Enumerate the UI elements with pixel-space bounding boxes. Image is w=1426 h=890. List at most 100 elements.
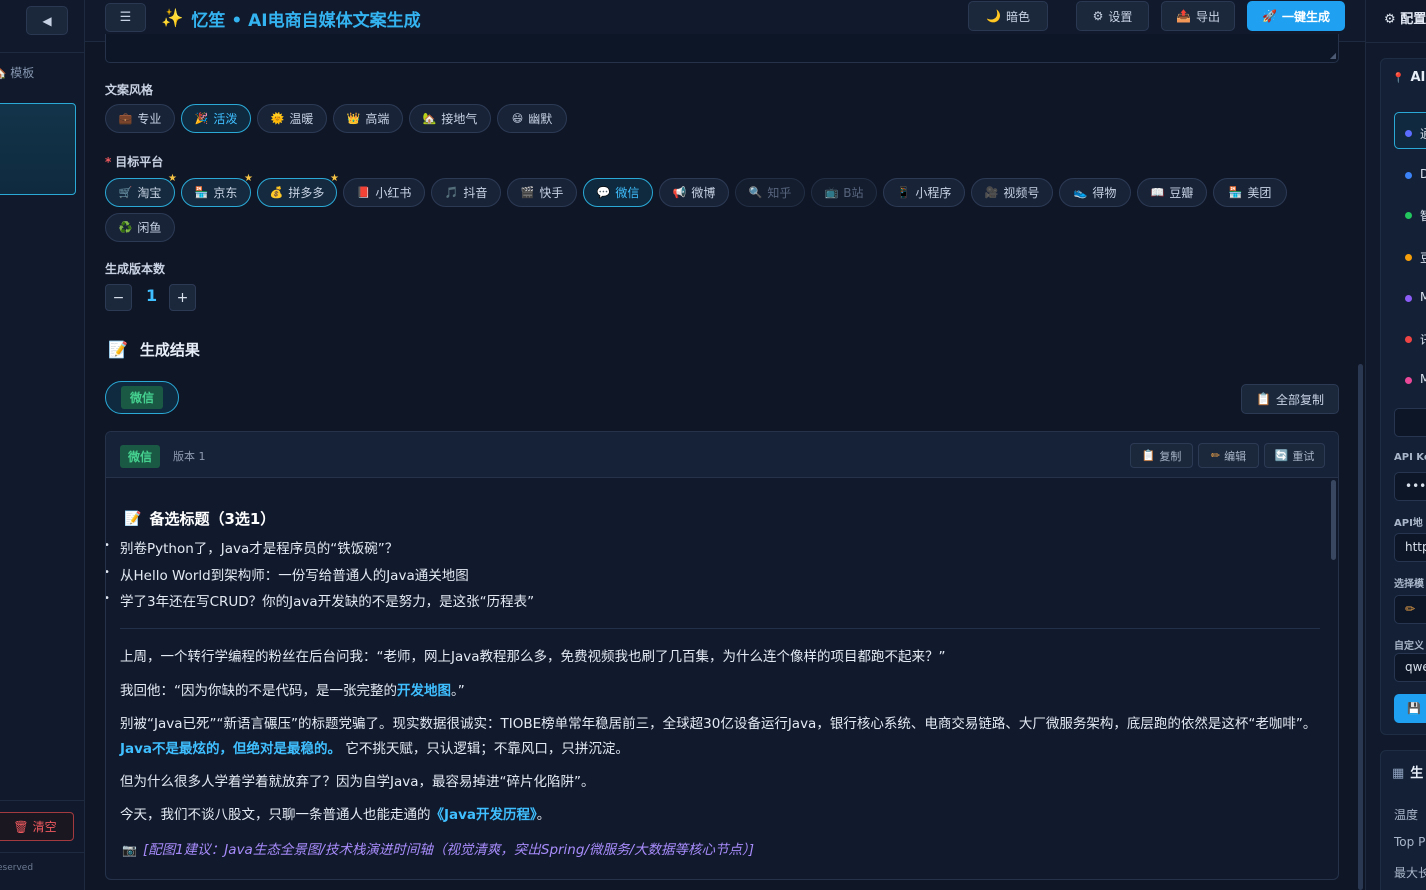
provider-option-label[interactable]: M <box>1420 372 1426 386</box>
platform-chip: 🔍 知乎 <box>735 178 805 207</box>
style-chip[interactable]: 🌞 温暖 <box>257 104 327 133</box>
platform-chip[interactable]: 📱 小程序 <box>883 178 965 207</box>
provider-option-label[interactable]: 豆 <box>1420 249 1426 266</box>
copy-button[interactable]: 📋 复制 <box>1130 443 1193 468</box>
style-icon: 🎉 <box>194 112 209 125</box>
sidebar-selected-card[interactable] <box>0 103 76 195</box>
memo-icon: 📝 <box>124 510 142 527</box>
platform-chip[interactable]: 🛒 淘宝 ★ <box>105 173 177 207</box>
result-tab-wechat[interactable]: 微信 <box>105 381 179 414</box>
pencil-icon: ✏ <box>1405 602 1416 616</box>
highlight-text: 《Java开发历程》 <box>430 807 537 823</box>
platform-chip[interactable]: 🏪 京东 ★ <box>181 173 253 207</box>
ai-provider-more-field[interactable] <box>1394 408 1426 437</box>
pencil-icon: ✏ <box>1210 449 1221 462</box>
platform-icon: 🔍 <box>748 186 763 199</box>
theme-toggle-button[interactable]: 🌙 暗色 <box>968 1 1048 31</box>
platform-icon: 📱 <box>896 186 911 199</box>
increment-button[interactable]: + <box>169 284 196 311</box>
style-chip[interactable]: 🏡 接地气 <box>409 104 491 133</box>
export-button[interactable]: 📤 导出 <box>1161 1 1235 31</box>
platform-chip[interactable]: 🎵 抖音 <box>431 178 501 207</box>
platform-chip[interactable]: 🎬 快手 <box>507 178 577 207</box>
platform-chip[interactable]: 📢 微博 <box>659 178 729 207</box>
platform-chip-label: B站 <box>843 186 864 200</box>
provider-dot-icon <box>1405 172 1412 179</box>
sidebar-divider <box>0 852 85 853</box>
platform-chip-label: 微信 <box>615 186 640 200</box>
retry-button[interactable]: 🔄 重试 <box>1264 443 1325 468</box>
style-chip[interactable]: 👑 高端 <box>333 104 403 133</box>
top-p-label: Top P <box>1394 835 1426 849</box>
platform-icon: 🎥 <box>984 186 999 199</box>
platform-chip[interactable]: 🏪 美团 <box>1213 178 1287 207</box>
sidebar-templates-link[interactable]: 🏠 模板 <box>0 64 34 81</box>
platform-chip[interactable]: 📖 豆瓣 <box>1137 178 1207 207</box>
version-label: 版本 1 <box>173 450 206 463</box>
count-label: 生成版本数 <box>105 262 166 276</box>
collapse-sidebar-button[interactable]: ◀ <box>26 6 68 35</box>
temperature-label: 温度 <box>1394 808 1419 822</box>
style-icon: 💼 <box>118 112 133 125</box>
product-description-textarea[interactable]: ◢ <box>105 34 1339 63</box>
hamburger-icon: ☰ <box>119 10 132 25</box>
platform-icon: 📺 <box>824 186 839 199</box>
provider-option-label[interactable]: 智 <box>1420 207 1426 224</box>
save-config-button[interactable]: 💾 <box>1394 694 1426 723</box>
api-url-input[interactable]: http <box>1394 533 1426 562</box>
api-key-label: API Ke <box>1394 452 1426 463</box>
count-value: 1 <box>146 286 158 305</box>
edit-button[interactable]: ✏ 编辑 <box>1198 443 1259 468</box>
style-chip[interactable]: 🎉 活泼 <box>181 104 251 133</box>
copy-all-button[interactable]: 📋 全部复制 <box>1241 384 1339 414</box>
menu-button[interactable]: ☰ <box>105 3 146 32</box>
decrement-button[interactable]: − <box>105 284 132 311</box>
scrollbar-thumb[interactable] <box>1358 364 1363 890</box>
platform-chip[interactable]: 💰 拼多多 ★ <box>257 173 339 207</box>
platform-icon: 🏪 <box>1228 186 1243 199</box>
generate-button[interactable]: 🚀 一键生成 <box>1247 1 1345 31</box>
platform-chip[interactable]: ♻️ 闲鱼 <box>105 213 175 242</box>
platform-chip-label: 小程序 <box>915 186 952 200</box>
provider-option-label[interactable]: 讯 <box>1420 331 1426 348</box>
api-key-input[interactable]: •••• <box>1394 472 1426 501</box>
ai-section-title: 📍 AI <box>1392 70 1426 85</box>
style-chip-label: 接地气 <box>441 112 478 126</box>
style-chip-label: 幽默 <box>528 112 553 126</box>
provider-dot-icon <box>1405 336 1412 343</box>
clear-button[interactable]: 🗑 清空 <box>0 812 74 841</box>
paragraph: 但为什么很多人学着学着就放弃了？因为自学Java，最容易掉进“碎片化陷阱”。 <box>120 774 595 790</box>
sidebar-divider <box>0 52 85 53</box>
platform-chip[interactable]: 💬 微信 <box>583 178 653 207</box>
model-select[interactable]: ✏ <box>1394 595 1426 624</box>
platform-icon: 📢 <box>672 186 687 199</box>
platform-chip[interactable]: 📕 小红书 <box>343 178 425 207</box>
platform-icon: 🎵 <box>444 186 459 199</box>
paragraph: 别被“Java已死”“新语言碾压”的标题党骗了。现实数据很诚实：TIOBE榜单常… <box>120 716 1317 757</box>
provider-dot-icon <box>1405 295 1412 302</box>
platform-icon: 🛒 <box>118 186 133 199</box>
platform-chip-label: 豆瓣 <box>1169 186 1194 200</box>
platform-chip-label: 视频号 <box>1003 186 1040 200</box>
panel-divider <box>1366 42 1426 43</box>
style-chip[interactable]: 😄 幽默 <box>497 104 567 133</box>
chevron-left-icon: ◀ <box>42 13 52 28</box>
platform-icon: 💬 <box>596 186 611 199</box>
style-icon: 👑 <box>346 112 361 125</box>
gear-icon: ⚙ <box>1384 12 1396 27</box>
platform-chip[interactable]: 👟 得物 <box>1059 178 1131 207</box>
provider-dot-icon <box>1405 377 1412 384</box>
grid-icon: ▦ <box>1392 766 1405 781</box>
provider-option-label[interactable]: 通 <box>1420 125 1426 142</box>
settings-button[interactable]: ⚙ 设置 <box>1076 1 1149 31</box>
custom-model-input[interactable]: qwe <box>1394 653 1426 682</box>
platform-chip-label: 快手 <box>539 186 564 200</box>
style-chip[interactable]: 💼 专业 <box>105 104 175 133</box>
provider-option-label[interactable]: D <box>1420 167 1426 181</box>
platform-chip-label: 京东 <box>213 186 238 200</box>
platform-label: * 目标平台 <box>105 155 164 169</box>
platform-chip[interactable]: 🎥 视频号 <box>971 178 1053 207</box>
max-length-label: 最大长 <box>1394 866 1426 880</box>
main-scrollbar[interactable] <box>1357 42 1365 890</box>
provider-option-label[interactable]: M <box>1420 290 1426 304</box>
